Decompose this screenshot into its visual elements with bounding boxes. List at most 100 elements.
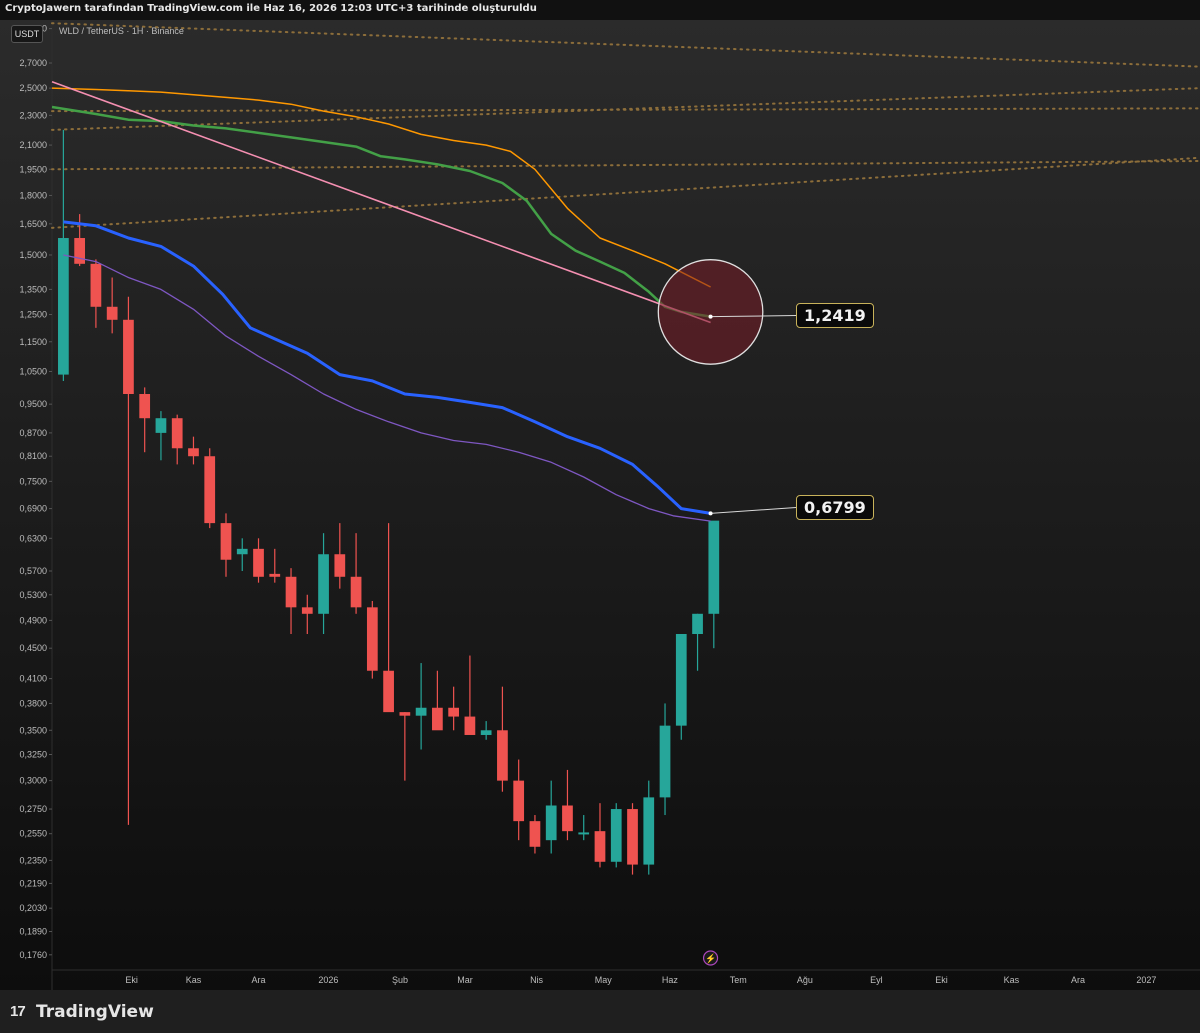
candle-body[interactable] bbox=[464, 716, 476, 735]
y-tick-label: 0,2190 bbox=[19, 878, 47, 888]
series-line-0[interactable] bbox=[63, 220, 711, 515]
y-tick-label: 1,9500 bbox=[19, 164, 47, 174]
candle-body[interactable] bbox=[90, 263, 102, 307]
x-tick-label: Ara bbox=[1071, 975, 1085, 985]
x-tick-label: Kas bbox=[186, 975, 202, 985]
y-tick-label: 1,1500 bbox=[19, 337, 47, 347]
candle-body[interactable] bbox=[643, 797, 655, 865]
candle-body[interactable] bbox=[545, 805, 557, 841]
attribution-bar: CryptoJawern tarafından TradingView.com … bbox=[0, 0, 1200, 21]
x-tick-label: Mar bbox=[457, 975, 473, 985]
bottom-bar: 17 TradingView bbox=[0, 990, 1200, 1033]
x-tick-label: 2026 bbox=[318, 975, 338, 985]
x-tick-label: Eki bbox=[125, 975, 138, 985]
y-tick-label: 0,3800 bbox=[19, 698, 47, 708]
x-tick-label: Haz bbox=[662, 975, 679, 985]
candle-body[interactable] bbox=[659, 725, 671, 798]
y-tick-label: 2,5000 bbox=[19, 83, 47, 93]
candle-body[interactable] bbox=[171, 418, 183, 449]
candle-body[interactable] bbox=[269, 573, 281, 577]
candle-body[interactable] bbox=[627, 809, 638, 865]
annotation-circle[interactable] bbox=[657, 259, 764, 365]
candle-body[interactable] bbox=[415, 707, 427, 716]
y-tick-label: 0,8100 bbox=[19, 451, 47, 461]
candle-body[interactable] bbox=[399, 712, 411, 716]
y-tick-label: 0,2030 bbox=[19, 903, 47, 913]
candle-body[interactable] bbox=[610, 809, 622, 862]
chart-area[interactable]: 3,00002,70002,50002,30002,10001,95001,80… bbox=[0, 20, 1200, 990]
candle-body[interactable] bbox=[578, 832, 590, 835]
candle-body[interactable] bbox=[594, 831, 606, 862]
price-callout-upper: 1,2419 bbox=[796, 303, 874, 328]
candle-body[interactable] bbox=[692, 613, 703, 634]
y-tick-label: 0,9500 bbox=[19, 399, 47, 409]
callout-anchor-dot bbox=[708, 314, 713, 319]
candle-body[interactable] bbox=[318, 554, 329, 614]
candle-body[interactable] bbox=[334, 554, 346, 577]
candle-body[interactable] bbox=[285, 576, 297, 608]
candle-body[interactable] bbox=[253, 548, 264, 577]
y-tick-label: 1,0500 bbox=[19, 366, 47, 376]
y-tick-label: 0,5300 bbox=[19, 590, 47, 600]
x-tick-label: Şub bbox=[392, 975, 408, 985]
y-tick-label: 2,7000 bbox=[19, 58, 47, 68]
dotted-level-line[interactable] bbox=[51, 22, 1200, 68]
y-tick-label: 2,3000 bbox=[19, 110, 47, 120]
y-tick-label: 0,4500 bbox=[19, 643, 47, 653]
candle-body[interactable] bbox=[106, 306, 118, 320]
y-tick-label: 0,4900 bbox=[19, 615, 47, 625]
callout-leader-line bbox=[710, 507, 797, 514]
y-tick-label: 1,2500 bbox=[19, 310, 47, 320]
candle-body[interactable] bbox=[58, 238, 69, 375]
candle-body[interactable] bbox=[708, 520, 720, 614]
candle-body[interactable] bbox=[188, 448, 199, 457]
candle-body[interactable] bbox=[383, 670, 394, 713]
attribution-text: CryptoJawern tarafından TradingView.com … bbox=[5, 3, 537, 14]
y-tick-label: 0,4100 bbox=[19, 674, 47, 684]
y-tick-label: 0,6300 bbox=[19, 533, 47, 543]
candle-body[interactable] bbox=[513, 780, 525, 822]
x-tick-label: Eyl bbox=[870, 975, 883, 985]
y-tick-label: 1,3500 bbox=[19, 284, 47, 294]
candle-body[interactable] bbox=[675, 634, 687, 726]
candle-body[interactable] bbox=[301, 607, 313, 614]
y-tick-label: 0,3250 bbox=[19, 749, 47, 759]
y-tick-label: 0,7500 bbox=[19, 476, 47, 486]
candle-body[interactable] bbox=[123, 319, 134, 395]
price-chart[interactable]: 3,00002,70002,50002,30002,10001,95001,80… bbox=[0, 20, 1200, 990]
lightning-icon: ⚡ bbox=[705, 953, 716, 965]
x-tick-label: May bbox=[595, 975, 613, 985]
y-tick-label: 0,8700 bbox=[19, 428, 47, 438]
candle-body[interactable] bbox=[139, 394, 151, 419]
callout-anchor-dot bbox=[708, 511, 713, 516]
y-tick-label: 0,2750 bbox=[19, 804, 47, 814]
candle-body[interactable] bbox=[350, 576, 362, 608]
dotted-level-line[interactable] bbox=[51, 156, 1200, 229]
candle-body[interactable] bbox=[236, 548, 248, 555]
candle-body[interactable] bbox=[366, 607, 378, 671]
y-tick-label: 0,2550 bbox=[19, 829, 47, 839]
candle-body[interactable] bbox=[562, 805, 573, 832]
y-tick-label: 0,1760 bbox=[19, 950, 47, 960]
candle-body[interactable] bbox=[220, 523, 232, 560]
x-tick-label: Ara bbox=[252, 975, 266, 985]
y-tick-label: 0,2350 bbox=[19, 855, 47, 865]
symbol-legend[interactable]: WLD / TetherUS · 1H · Binance bbox=[59, 26, 184, 36]
x-tick-label: Nis bbox=[530, 975, 543, 985]
y-tick-label: 0,6900 bbox=[19, 504, 47, 514]
y-tick-label: 1,8000 bbox=[19, 190, 47, 200]
dotted-level-line[interactable] bbox=[51, 160, 1200, 171]
x-tick-label: 2027 bbox=[1136, 975, 1156, 985]
candle-body[interactable] bbox=[448, 707, 460, 717]
candle-body[interactable] bbox=[432, 707, 443, 731]
tradingview-wordmark: TradingView bbox=[36, 1002, 154, 1022]
currency-badge[interactable]: USDT bbox=[11, 25, 43, 43]
candle-body[interactable] bbox=[204, 456, 216, 524]
candle-body[interactable] bbox=[529, 821, 541, 847]
candle-body[interactable] bbox=[497, 730, 508, 781]
candle-body[interactable] bbox=[155, 418, 167, 433]
y-tick-label: 1,6500 bbox=[19, 219, 47, 229]
x-tick-label: Eki bbox=[935, 975, 948, 985]
candle-body[interactable] bbox=[480, 730, 492, 735]
candle-body[interactable] bbox=[74, 238, 86, 264]
